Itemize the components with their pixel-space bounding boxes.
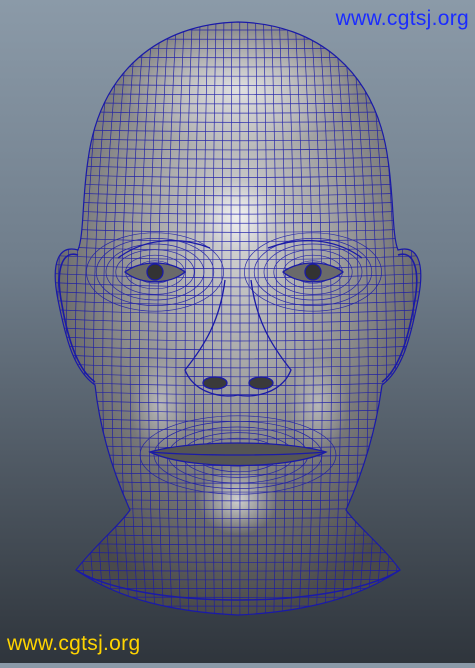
watermark-top: www.cgtsj.org [335,7,469,30]
watermark-bottom: www.cgtsj.org [7,632,141,655]
head-wireframe-model [54,21,422,616]
3d-viewport[interactable]: www.cgtsj.org www.cgtsj.org [0,0,475,663]
